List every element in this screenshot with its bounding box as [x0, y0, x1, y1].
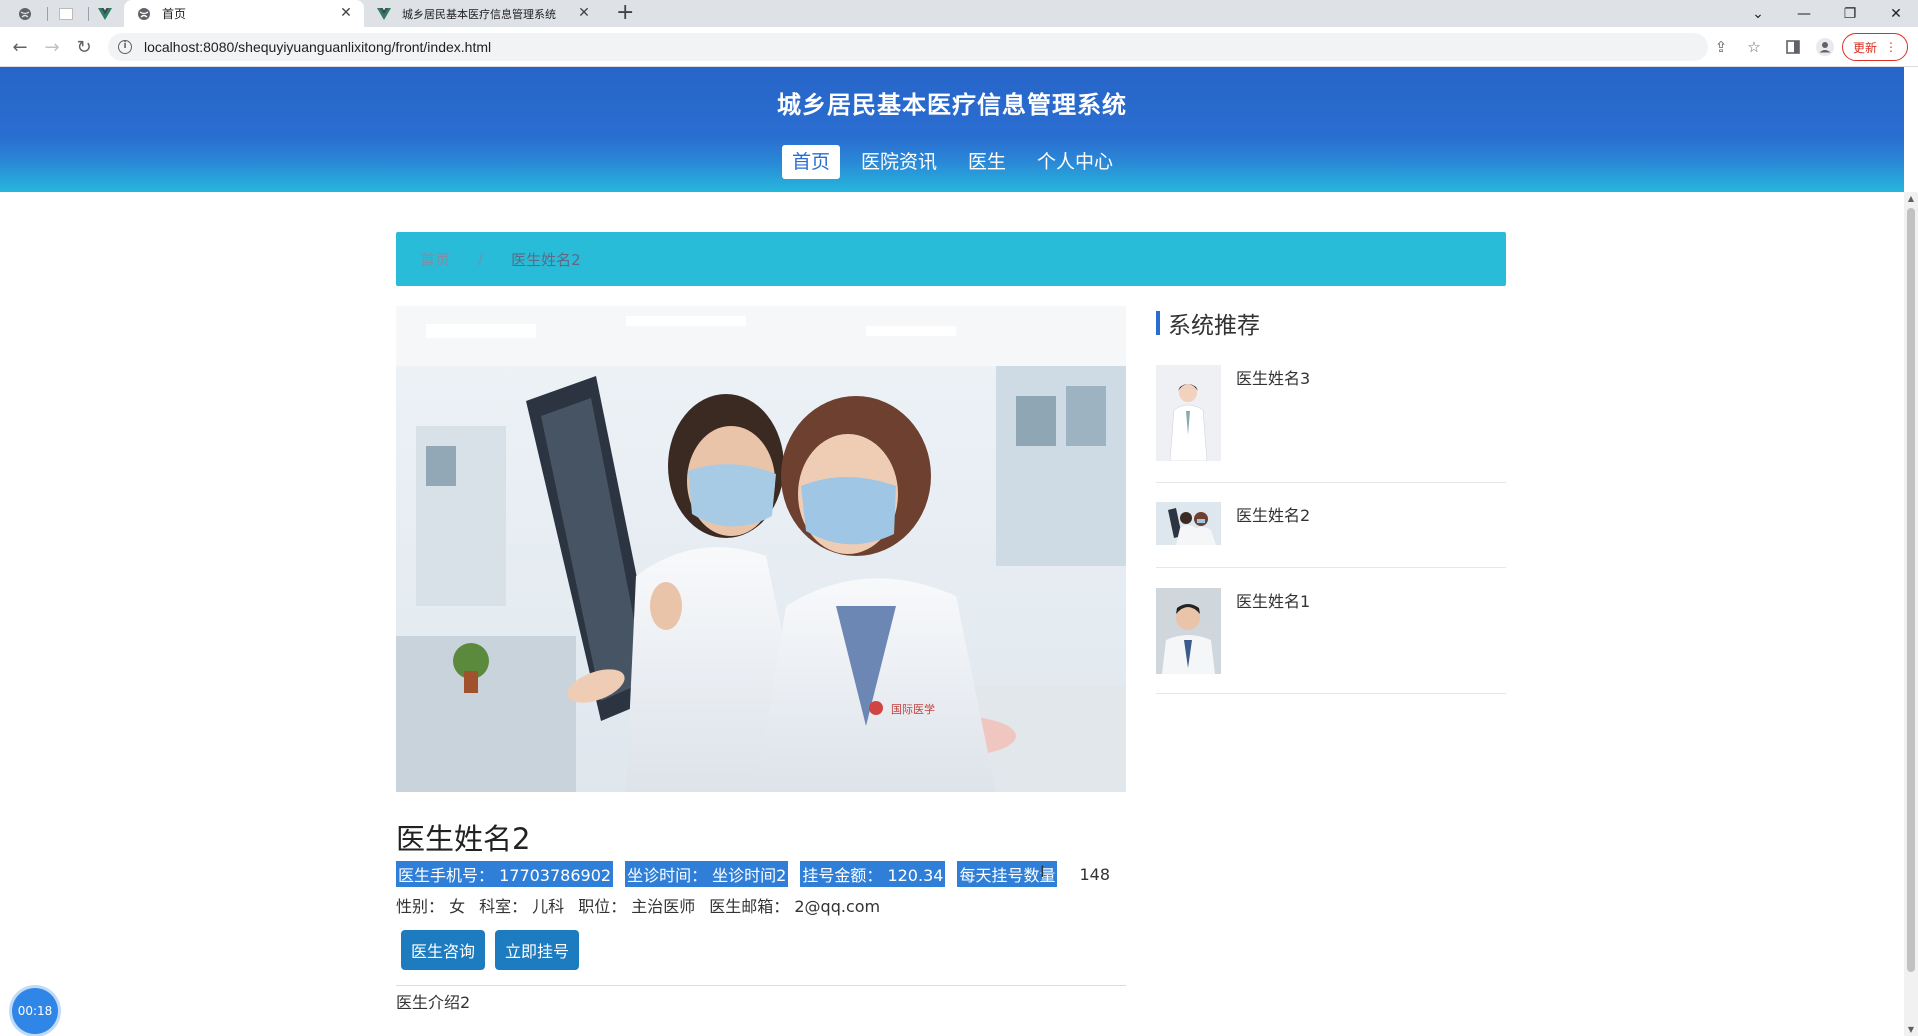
profile-icon[interactable]: [1814, 36, 1836, 58]
breadcrumb-separator: /: [478, 250, 484, 268]
tab-title: 首页: [162, 7, 187, 21]
doctor-intro: 医生介绍2: [396, 993, 471, 1012]
pinned-tab-globe[interactable]: [10, 0, 40, 27]
bookmark-star-icon[interactable]: ☆: [1743, 36, 1765, 58]
tab-title: 城乡居民基本医疗信息管理系统: [402, 7, 556, 21]
daily-quota-value: 148: [1079, 864, 1110, 884]
close-window-icon[interactable]: ✕: [1874, 0, 1918, 27]
vue-logo-icon: [376, 6, 392, 22]
site-title: 城乡居民基本医疗信息管理系统: [777, 91, 1127, 119]
recommend-name[interactable]: 医生姓名3: [1236, 365, 1310, 389]
doctor-gender: 性别： 女: [396, 897, 466, 916]
pinned-tab-blank[interactable]: [51, 0, 81, 27]
doctor-position: 职位： 主治医师: [578, 897, 696, 916]
recommend-title: 系统推荐: [1156, 306, 1260, 340]
address-bar: ← → ↻ i localhost:8080/shequyiyuanguanli…: [0, 27, 1918, 67]
recommend-name[interactable]: 医生姓名2: [1236, 502, 1310, 526]
content-divider: [396, 985, 1126, 986]
doctor-details-line: 性别： 女 科室： 儿科 职位： 主治医师 医生邮箱： 2@qq.com: [396, 893, 880, 917]
side-panel-icon[interactable]: [1782, 36, 1804, 58]
browser-tab-bar: 首页 ✕ 城乡居民基本医疗信息管理系统 ✕ + ⌄ — ❐ ✕: [0, 0, 1918, 27]
update-button[interactable]: 更新 ⋮: [1842, 33, 1908, 61]
recommend-thumbnail[interactable]: [1156, 365, 1221, 461]
text-cursor-icon: I: [1040, 862, 1045, 881]
recommend-item[interactable]: 医生姓名3: [1156, 365, 1506, 483]
registration-fee: 挂号金额： 120.34: [800, 861, 946, 887]
doctor-department: 科室： 儿科: [479, 897, 565, 916]
nav-doctors[interactable]: 医生: [958, 145, 1016, 179]
recommend-item[interactable]: 医生姓名1: [1156, 588, 1506, 694]
recommend-name[interactable]: 医生姓名1: [1236, 588, 1310, 612]
reload-icon[interactable]: ↻: [73, 36, 95, 58]
tab-search-icon[interactable]: ⌄: [1736, 0, 1780, 27]
close-tab-icon[interactable]: ✕: [338, 5, 354, 21]
tab-home[interactable]: 首页 ✕: [124, 0, 364, 27]
recommend-thumbnail[interactable]: [1156, 588, 1221, 674]
breadcrumb: 首页 / 医生姓名2: [396, 232, 1506, 286]
site-header: 城乡居民基本医疗信息管理系统 首页 医院资讯 医生 个人中心: [0, 67, 1904, 192]
title-accent-bar: [1156, 311, 1160, 335]
consult-doctor-button[interactable]: 医生咨询: [401, 930, 485, 970]
doctor-info-line: 医生手机号： 17703786902 坐诊时间： 坐诊时间2 挂号金额： 120…: [396, 861, 1110, 887]
globe-icon: [17, 6, 33, 22]
doctor-photo: 国际医学: [396, 306, 1126, 792]
breadcrumb-home[interactable]: 首页: [420, 249, 450, 270]
forward-icon[interactable]: →: [41, 36, 63, 58]
minimize-icon[interactable]: —: [1782, 0, 1826, 27]
new-tab-icon[interactable]: +: [616, 2, 634, 24]
breadcrumb-current: 医生姓名2: [511, 250, 581, 269]
recommend-item[interactable]: 医生姓名2: [1156, 502, 1506, 568]
pinned-tab-vue[interactable]: [90, 0, 120, 27]
share-icon[interactable]: ⇪: [1710, 36, 1732, 58]
update-label: 更新: [1852, 40, 1877, 55]
restore-icon[interactable]: ❐: [1828, 0, 1872, 27]
doctor-email: 医生邮箱： 2@qq.com: [709, 897, 881, 916]
doctor-phone: 医生手机号： 17703786902: [396, 861, 614, 887]
recommend-thumbnail[interactable]: [1156, 502, 1221, 545]
url-field[interactable]: i localhost:8080/shequyiyuanguanlixitong…: [108, 33, 1708, 61]
site-info-icon[interactable]: i: [118, 40, 132, 54]
nav-home[interactable]: 首页: [782, 145, 841, 179]
main-nav: 首页 医院资讯 医生 个人中心: [782, 145, 1134, 179]
doctor-name: 医生姓名2: [396, 822, 531, 856]
scroll-thumb[interactable]: [1907, 208, 1915, 972]
url-text: localhost:8080/shequyiyuanguanlixitong/f…: [144, 39, 492, 55]
svg-text:国际医学: 国际医学: [891, 702, 935, 716]
back-icon[interactable]: ←: [9, 36, 31, 58]
register-now-button[interactable]: 立即挂号: [495, 930, 579, 970]
scroll-up-icon[interactable]: ▲: [1904, 194, 1918, 203]
globe-icon: [136, 6, 152, 22]
tab-system[interactable]: 城乡居民基本医疗信息管理系统 ✕: [366, 0, 602, 27]
nav-hospital-news[interactable]: 医院资讯: [851, 145, 947, 179]
doctor-schedule: 坐诊时间： 坐诊时间2: [625, 861, 789, 887]
vue-logo-icon: [97, 6, 113, 22]
recording-timer[interactable]: 00:18: [12, 988, 58, 1034]
close-tab-icon[interactable]: ✕: [576, 5, 592, 21]
nav-personal-center[interactable]: 个人中心: [1027, 145, 1123, 179]
recommend-title-text: 系统推荐: [1168, 313, 1260, 339]
page-scrollbar[interactable]: ▲ ▼: [1904, 192, 1918, 1036]
scroll-down-icon[interactable]: ▼: [1904, 1025, 1918, 1034]
more-menu-icon: ⋮: [1885, 40, 1897, 54]
page-icon: [58, 6, 74, 22]
